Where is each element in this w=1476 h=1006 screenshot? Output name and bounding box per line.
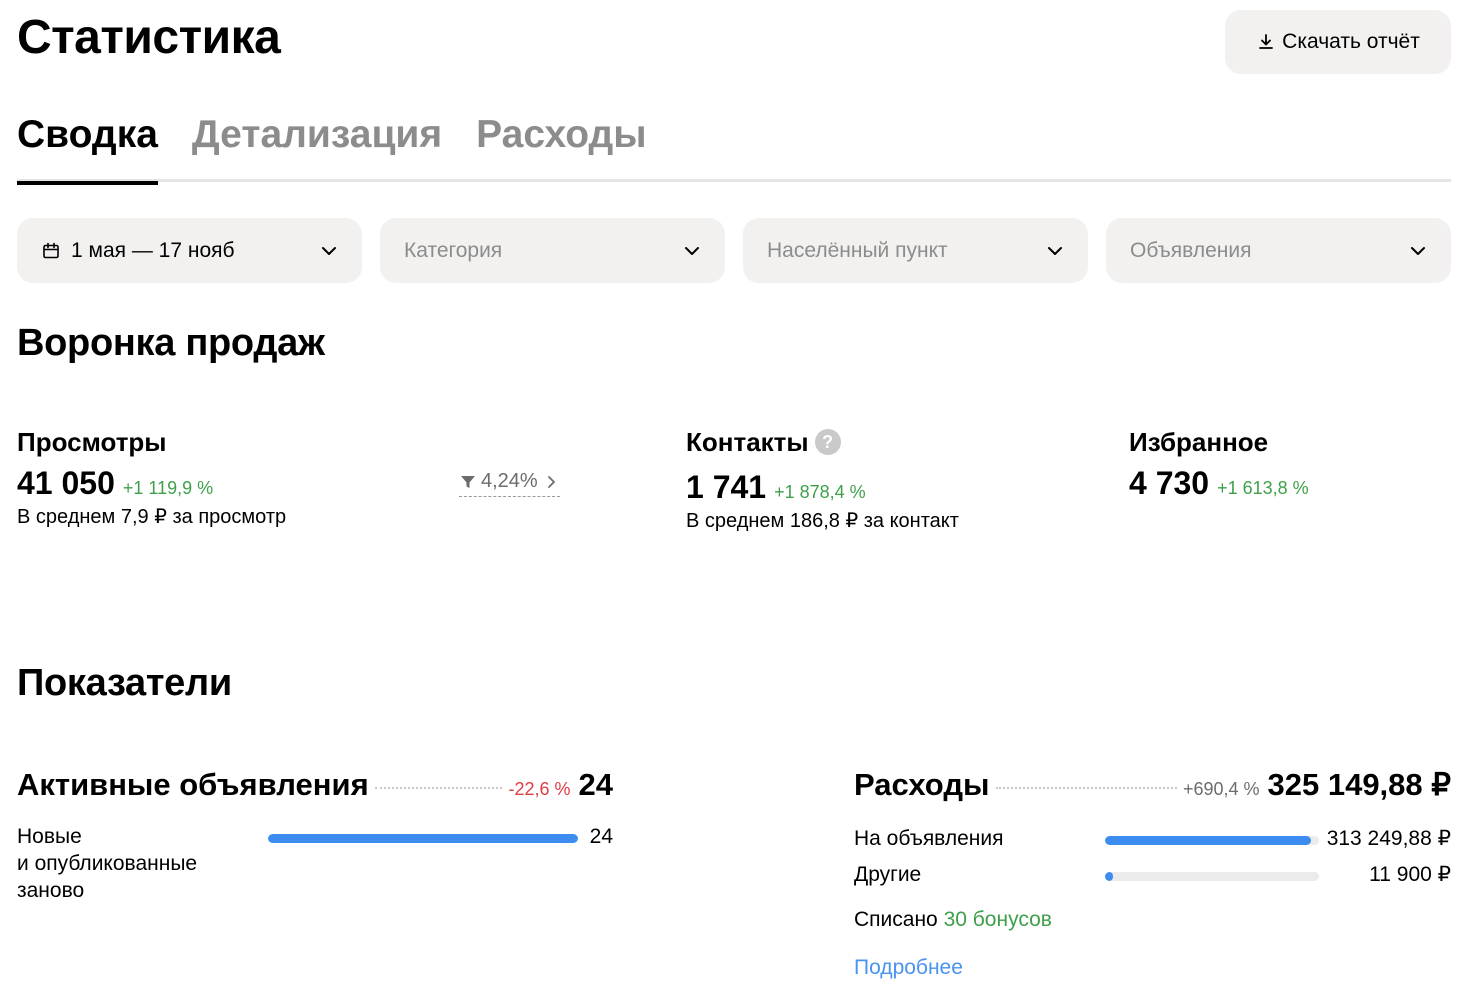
active-ads-block: Активные объявления -22,6 % 24 (17, 766, 613, 804)
expenses-ads-bar-fill (1105, 836, 1312, 845)
filter-funnel-icon (461, 475, 475, 488)
contacts-delta: +1 878,4 % (774, 482, 866, 502)
expenses-title: Расходы (854, 767, 990, 802)
expenses-row-label: На объявления (854, 827, 1004, 850)
chevron-down-icon (1411, 246, 1425, 255)
favorites-label: Избранное (1129, 427, 1269, 457)
category-select[interactable]: Категория (380, 218, 725, 283)
expenses-value: 325 149,88 ₽ (1267, 767, 1452, 802)
help-icon[interactable]: ? (814, 429, 841, 455)
favorites-delta: +1 613,8 % (1217, 478, 1309, 498)
expenses-ads-bar (1105, 836, 1319, 845)
tab-summary[interactable]: Сводка (17, 110, 158, 185)
active-ads-row-label: Новые и опубликованные заново (17, 823, 197, 904)
views-delta: +1 119,9 % (122, 478, 214, 498)
written-off-bonus: 30 бонусов (943, 908, 1052, 931)
views-label: Просмотры (17, 427, 167, 457)
active-ads-bar-fill (268, 834, 578, 843)
conversion-value: 4,24% (481, 470, 538, 492)
active-ads-bar (268, 834, 578, 843)
download-report-button[interactable]: Скачать отчёт (1225, 10, 1451, 74)
expenses-block: Расходы +690,4 % 325 149,88 ₽ (854, 766, 1451, 804)
city-placeholder: Населённый пункт (767, 238, 948, 262)
contacts-value: 1 741 (686, 469, 767, 505)
written-off-text: Списано 30 бонусов (854, 906, 1052, 934)
views-value: 41 050 (17, 465, 115, 501)
more-details-link[interactable]: Подробнее (854, 954, 963, 982)
indicators-title: Показатели (17, 662, 232, 704)
chevron-down-icon (685, 246, 699, 255)
contacts-average: В среднем 186,8 ₽ за контакт (686, 510, 959, 532)
contacts-label: Контакты (686, 427, 809, 457)
expenses-row-label: Другие (854, 863, 922, 886)
active-ads-row-value: 24 (589, 825, 613, 848)
favorites-metric: Избранное 4 730 +1 613,8 % (1129, 426, 1309, 502)
chevron-down-icon (1048, 246, 1062, 255)
expenses-delta: +690,4 % (1182, 779, 1260, 799)
tab-bar: Сводка Детализация Расходы (17, 110, 1451, 185)
row-label-line: и опубликованные (17, 852, 198, 875)
active-ads-delta: -22,6 % (508, 779, 571, 799)
views-metric: Просмотры 41 050 +1 119,9 % В среднем 7,… (17, 426, 286, 530)
leader-dots (995, 787, 1177, 789)
city-select[interactable]: Населённый пункт (743, 218, 1088, 283)
row-label-line: Новые (17, 825, 82, 848)
expenses-row-value: 11 900 ₽ (1369, 863, 1451, 886)
chevron-down-icon (322, 246, 336, 255)
date-range-select[interactable]: 1 мая — 17 нояб (17, 218, 362, 283)
calendar-icon (43, 242, 59, 258)
ads-select[interactable]: Объявления (1106, 218, 1451, 283)
ads-placeholder: Объявления (1130, 238, 1252, 262)
chevron-right-icon (547, 475, 555, 488)
tab-expenses[interactable]: Расходы (476, 110, 646, 182)
expenses-other-bar (1105, 872, 1319, 881)
download-report-label: Скачать отчёт (1282, 30, 1420, 53)
views-average: В среднем 7,9 ₽ за просмотр (17, 506, 287, 528)
category-placeholder: Категория (404, 238, 503, 262)
leader-dots (374, 787, 503, 789)
conversion-link[interactable]: 4,24% (459, 470, 560, 497)
expenses-other-bar-fill (1105, 872, 1113, 881)
written-off-label: Списано (854, 908, 938, 931)
active-ads-value: 24 (578, 767, 613, 802)
favorites-value: 4 730 (1129, 465, 1210, 501)
row-label-line: заново (17, 879, 85, 902)
download-icon (1259, 34, 1274, 49)
filter-bar: 1 мая — 17 нояб Категория Населённый пун… (17, 218, 1451, 283)
page-title: Статистика (17, 11, 281, 64)
expenses-row-value: 313 249,88 ₽ (1326, 827, 1451, 850)
tab-details[interactable]: Детализация (192, 110, 442, 182)
contacts-metric: Контакты ? 1 741 +1 878,4 % В среднем 18… (686, 426, 959, 534)
active-ads-title: Активные объявления (17, 767, 369, 802)
funnel-title: Воронка продаж (17, 322, 325, 364)
date-range-value: 1 мая — 17 нояб (71, 238, 235, 262)
